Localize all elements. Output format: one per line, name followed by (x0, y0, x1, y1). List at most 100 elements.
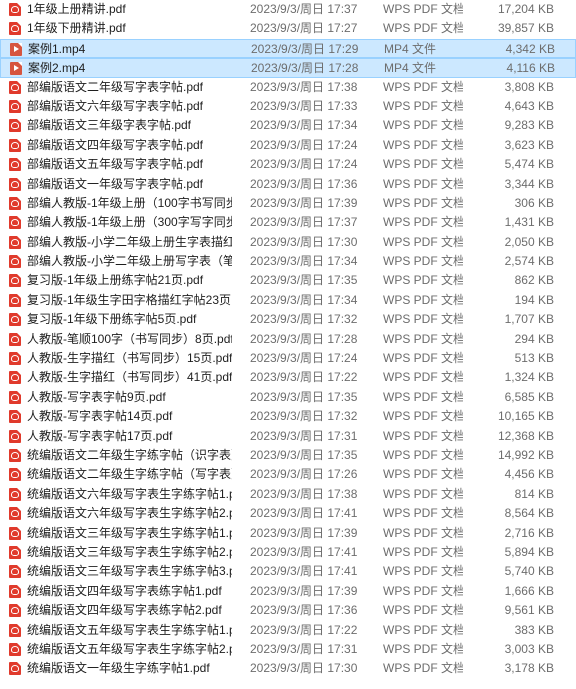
file-name: 人教版-笔顺100字（书写同步）8页.pdf (27, 331, 232, 346)
file-type: WPS PDF 文档 (383, 176, 463, 191)
file-row[interactable]: 部编版语文六年级写字表字帖.pdf 2023/9/3/周日 17:33 WPS PD… (0, 97, 576, 116)
file-date: 2023/9/3/周日 17:22 (250, 370, 358, 385)
file-name: 复习版-1年级下册练字帖5页.pdf (27, 312, 197, 327)
file-row[interactable]: 部编版语文二年级写字表字帖.pdf 2023/9/3/周日 17:38 WPS PD… (0, 78, 576, 97)
file-type: WPS PDF 文档 (383, 467, 463, 482)
file-row[interactable]: 统编版语文二年级生字练字帖（识字表）... 2023/9/3/周日 17:35 WP… (0, 446, 576, 465)
file-size: 3,178 KB (504, 661, 554, 676)
file-row[interactable]: 部编版语文一年级写字表字帖.pdf 2023/9/3/周日 17:36 WPS PD… (0, 175, 576, 194)
file-row[interactable]: 部编人教版-1年级上册（300字写字同步... 2023/9/3/周日 17:37… (0, 213, 576, 232)
pdf-file-icon (9, 274, 21, 288)
file-row[interactable]: 统编版语文一年级生字练字帖1.pdf 2023/9/3/周日 17:30 WPS P… (0, 659, 576, 678)
file-size: 2,574 KB (504, 254, 554, 269)
file-row[interactable]: 部编版语文五年级写字表字帖.pdf 2023/9/3/周日 17:24 WPS PD… (0, 155, 576, 174)
file-date: 2023/9/3/周日 17:31 (250, 641, 358, 656)
pdf-file-icon (9, 138, 21, 152)
file-name: 统编版语文五年级写字表生字练字帖1.pdf (27, 622, 232, 637)
file-type: WPS PDF 文档 (383, 234, 463, 249)
file-type: WPS PDF 文档 (383, 583, 463, 598)
file-name: 人教版-写字表字帖17页.pdf (27, 428, 173, 443)
file-type: WPS PDF 文档 (383, 137, 463, 152)
file-name: 统编版语文六年级写字表生字练字帖2.pdf (27, 506, 232, 521)
file-date: 2023/9/3/周日 17:39 (250, 195, 358, 210)
file-row[interactable]: 人教版-笔顺100字（书写同步）8页.pdf 2023/9/3/周日 17:28 W… (0, 330, 576, 349)
file-date: 2023/9/3/周日 17:24 (250, 351, 358, 366)
file-row[interactable]: 人教版-写字表字帖14页.pdf 2023/9/3/周日 17:32 WPS PDF… (0, 407, 576, 426)
pdf-file-icon (9, 448, 21, 462)
file-type: WPS PDF 文档 (383, 428, 463, 443)
file-type: WPS PDF 文档 (383, 2, 463, 16)
file-type: WPS PDF 文档 (383, 215, 463, 230)
file-name: 统编版语文三年级写字表生字练字帖3.pdf (27, 564, 232, 579)
file-date: 2023/9/3/周日 17:32 (250, 312, 358, 327)
file-name: 统编版语文二年级生字练字帖（识字表）... (27, 447, 232, 462)
file-type: WPS PDF 文档 (383, 370, 463, 385)
file-row[interactable]: 统编版语文五年级写字表生字练字帖2.pdf 2023/9/3/周日 17:31 WP… (0, 640, 576, 659)
pdf-file-icon (9, 371, 21, 385)
file-row[interactable]: 复习版-1年级下册练字帖5页.pdf 2023/9/3/周日 17:32 WPS P… (0, 310, 576, 329)
pdf-file-icon (9, 584, 21, 598)
file-size: 194 KB (514, 292, 554, 307)
file-name: 统编版语文二年级生字练字帖（写字表）... (27, 467, 232, 482)
file-size: 513 KB (514, 351, 554, 366)
pdf-file-icon (9, 80, 21, 94)
file-row[interactable]: 统编版语文五年级写字表生字练字帖1.pdf 2023/9/3/周日 17:22 WP… (0, 621, 576, 640)
file-row[interactable]: 统编版语文六年级写字表生字练字帖2.pdf 2023/9/3/周日 17:41 WP… (0, 504, 576, 523)
pdf-file-icon (9, 623, 21, 637)
file-date: 2023/9/3/周日 17:34 (250, 118, 358, 133)
file-name: 复习版-1年级上册练字帖21页.pdf (27, 273, 204, 288)
file-row[interactable]: 统编版语文六年级写字表生字练字帖1.pdf 2023/9/3/周日 17:38 WP… (0, 485, 576, 504)
file-date: 2023/9/3/周日 17:30 (250, 234, 358, 249)
file-row[interactable]: 统编版语文三年级写字表生字练字帖2.pdf 2023/9/3/周日 17:41 WP… (0, 543, 576, 562)
file-size: 5,894 KB (504, 544, 554, 559)
file-row[interactable]: 人教版-生字描红（书写同步）41页.pdf 2023/9/3/周日 17:22 WP… (0, 368, 576, 387)
pdf-file-icon (9, 235, 21, 249)
file-type: WPS PDF 文档 (383, 21, 463, 36)
file-row[interactable]: 统编版语文四年级写字表练字帖2.pdf 2023/9/3/周日 17:36 WPS … (0, 601, 576, 620)
pdf-file-icon (9, 177, 21, 191)
file-type: WPS PDF 文档 (383, 525, 463, 540)
file-row[interactable]: 统编版语文三年级写字表生字练字帖3.pdf 2023/9/3/周日 17:41 WP… (0, 562, 576, 581)
file-type: WPS PDF 文档 (383, 312, 463, 327)
file-row[interactable]: 1年级上册精讲.pdf 2023/9/3/周日 17:37 WPS PDF 文档 17… (0, 0, 576, 19)
file-row[interactable]: 案例2.mp4 2023/9/3/周日 17:28 MP4 文件 4,116 KB (0, 58, 576, 78)
file-row[interactable]: 复习版-1年级生字田字格描红字帖23页.p... 2023/9/3/周日 17:3… (0, 291, 576, 310)
file-row[interactable]: 部编人教版-1年级上册（100字书写同步... 2023/9/3/周日 17:39… (0, 194, 576, 213)
file-name: 部编版语文五年级写字表字帖.pdf (27, 157, 204, 172)
file-row[interactable]: 1年级下册精讲.pdf 2023/9/3/周日 17:27 WPS PDF 文档 39… (0, 19, 576, 38)
file-row[interactable]: 统编版语文三年级写字表生字练字帖1.pdf 2023/9/3/周日 17:39 WP… (0, 524, 576, 543)
file-size: 4,342 KB (505, 41, 555, 56)
file-type: WPS PDF 文档 (383, 564, 463, 579)
file-row[interactable]: 案例1.mp4 2023/9/3/周日 17:29 MP4 文件 4,342 KB (0, 38, 576, 59)
file-type: WPS PDF 文档 (383, 195, 463, 210)
file-size: 4,456 KB (504, 467, 554, 482)
file-name: 案例1.mp4 (28, 41, 86, 56)
file-size: 1,324 KB (504, 370, 554, 385)
pdf-file-icon (9, 410, 21, 424)
file-date: 2023/9/3/周日 17:37 (250, 2, 358, 16)
file-row[interactable]: 部编人教版-小学二年级上册生字表描红... 2023/9/3/周日 17:30 WP… (0, 233, 576, 252)
file-date: 2023/9/3/周日 17:37 (250, 215, 358, 230)
file-row[interactable]: 部编人教版-小学二年级上册写字表（笔... 2023/9/3/周日 17:34 WP… (0, 252, 576, 271)
file-date: 2023/9/3/周日 17:32 (250, 409, 358, 424)
file-date: 2023/9/3/周日 17:38 (250, 486, 358, 501)
file-size: 1,707 KB (504, 312, 554, 327)
file-size: 862 KB (514, 273, 554, 288)
pdf-file-icon (9, 352, 21, 366)
file-row[interactable]: 人教版-生字描红（书写同步）15页.pdf 2023/9/3/周日 17:24 WP… (0, 349, 576, 368)
file-date: 2023/9/3/周日 17:27 (250, 21, 358, 36)
pdf-file-icon (9, 313, 21, 327)
pdf-file-icon (9, 390, 21, 404)
file-row[interactable]: 部编版语文四年级写字表字帖.pdf 2023/9/3/周日 17:24 WPS PD… (0, 136, 576, 155)
file-row[interactable]: 统编版语文四年级写字表练字帖1.pdf 2023/9/3/周日 17:39 WPS … (0, 582, 576, 601)
pdf-file-icon (9, 22, 21, 36)
file-row[interactable]: 部编版语文三年级字表字帖.pdf 2023/9/3/周日 17:34 WPS PDF… (0, 116, 576, 135)
file-type: WPS PDF 文档 (383, 506, 463, 521)
file-row[interactable]: 复习版-1年级上册练字帖21页.pdf 2023/9/3/周日 17:35 WPS … (0, 271, 576, 290)
file-size: 294 KB (514, 331, 554, 346)
file-row[interactable]: 人教版-写字表字帖17页.pdf 2023/9/3/周日 17:31 WPS PDF… (0, 427, 576, 446)
file-row[interactable]: 人教版-写字表字帖9页.pdf 2023/9/3/周日 17:35 WPS PDF … (0, 388, 576, 407)
file-row[interactable]: 统编版语文二年级生字练字帖（写字表）... 2023/9/3/周日 17:26 WP… (0, 465, 576, 484)
file-type: WPS PDF 文档 (383, 389, 463, 404)
file-type: WPS PDF 文档 (383, 622, 463, 637)
